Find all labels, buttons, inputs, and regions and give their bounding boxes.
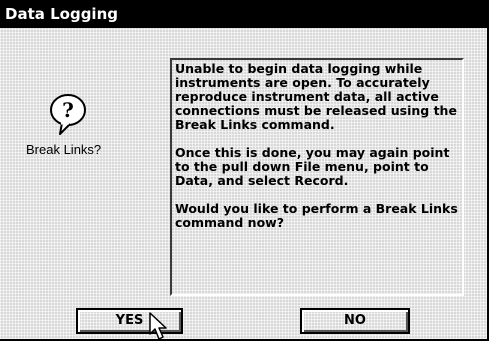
- message-paragraph-2: Once this is done, you may again point t…: [175, 145, 450, 188]
- message-paragraph-3: Would you like to perform a Break Links …: [175, 201, 458, 230]
- question-balloon-icon: ?: [48, 92, 88, 136]
- window-title: Data Logging: [0, 0, 487, 28]
- icon-label: Break Links?: [26, 142, 102, 157]
- mouse-pointer-icon: [148, 312, 170, 342]
- no-button[interactable]: NO: [300, 308, 410, 334]
- message-panel: Unable to begin data logging while instr…: [170, 58, 464, 296]
- data-logging-dialog: Data Logging ? Break Links? Unable to be…: [0, 0, 489, 341]
- svg-text:?: ?: [62, 98, 74, 122]
- message-paragraph-1: Unable to begin data logging while instr…: [175, 61, 457, 132]
